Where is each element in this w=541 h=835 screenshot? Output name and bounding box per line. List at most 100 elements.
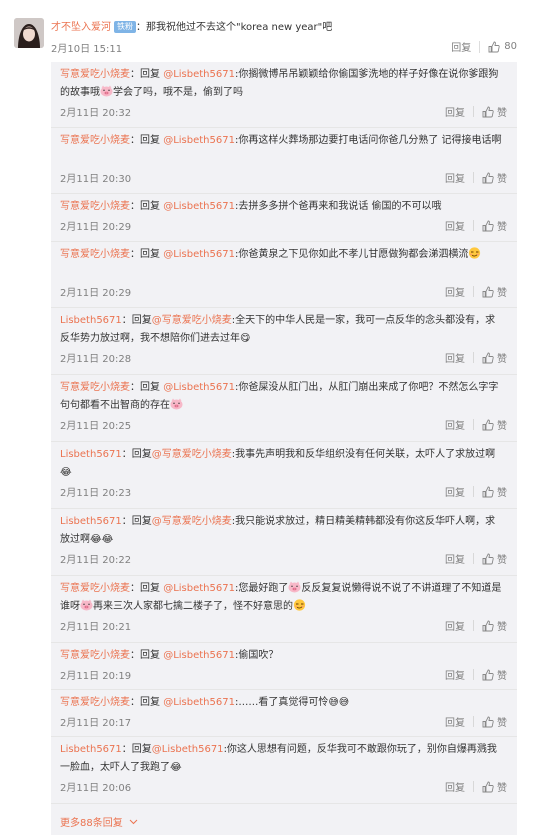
reply-item: 写意爱吃小烧麦：回复 @Lisbeth5671:您最好跑了 反反复复说懒得说不说了… — [51, 576, 517, 643]
reply-prefix: ：回复 — [130, 583, 164, 594]
pig-emoji-icon — [100, 85, 113, 97]
reply-time: 2月11日 20:25 — [60, 421, 132, 432]
thumbs-up-icon — [482, 486, 494, 497]
divider — [473, 286, 474, 297]
divider — [473, 172, 474, 183]
more-replies-link[interactable]: 更多88条回复 — [60, 814, 138, 829]
reply-mention[interactable]: @Lisbeth5671 — [163, 650, 235, 661]
like-button[interactable]: 赞 — [482, 551, 507, 566]
reply-content: :你再这样火葬场那边要打电话问你爸几分熟了 记得接电话啊 — [234, 135, 502, 146]
like-label: 赞 — [497, 555, 507, 566]
reply-username[interactable]: 写意爱吃小烧麦 — [60, 201, 130, 212]
reply-username[interactable]: 写意爱吃小烧麦 — [60, 249, 130, 260]
like-button[interactable]: 赞 — [482, 350, 507, 365]
reply-mention[interactable]: @Lisbeth5671 — [163, 583, 235, 594]
thumbs-up-icon — [482, 352, 494, 363]
reply-text: 写意爱吃小烧麦：回复 @Lisbeth5671:你爸屎没从肛门出，从肛门崩出来成… — [60, 379, 503, 415]
reply-username[interactable]: 写意爱吃小烧麦 — [60, 650, 130, 661]
reply-button[interactable]: 回复 — [445, 417, 465, 432]
like-button[interactable]: 赞 — [482, 417, 507, 432]
like-label: 赞 — [497, 488, 507, 499]
like-label: 赞 — [497, 108, 507, 119]
reply-button[interactable]: 回复 — [445, 667, 465, 682]
top-like-count: 80 — [504, 41, 517, 52]
reply-button[interactable]: 回复 — [445, 714, 465, 729]
avatar[interactable] — [14, 18, 44, 48]
reply-button[interactable]: 回复 — [445, 218, 465, 233]
reply-prefix: ：回复 — [121, 516, 152, 527]
reply-mention[interactable]: @Lisbeth5671 — [163, 697, 235, 708]
like-button[interactable]: 赞 — [482, 104, 507, 119]
reply-mention[interactable]: @Lisbeth5671 — [163, 69, 235, 80]
reply-mention[interactable]: @写意爱吃小烧麦 — [152, 516, 232, 527]
reply-button[interactable]: 回复 — [445, 551, 465, 566]
thumbs-up-icon — [482, 553, 494, 564]
divider — [473, 486, 474, 497]
reply-button[interactable]: 回复 — [445, 104, 465, 119]
reply-mention[interactable]: @Lisbeth5671 — [163, 135, 235, 146]
reply-mention[interactable]: @写意爱吃小烧麦 — [152, 315, 232, 326]
thumbs-up-icon — [482, 419, 494, 430]
top-like-button[interactable]: 80 — [488, 41, 517, 53]
reply-button[interactable]: 回复 — [445, 618, 465, 633]
reply-item: 写意爱吃小烧麦：回复 @Lisbeth5671:你爸黄泉之下见你如此不孝儿甘愿做… — [51, 242, 517, 308]
reply-username[interactable]: Lisbeth5671 — [60, 449, 122, 460]
reply-button[interactable]: 回复 — [445, 284, 465, 299]
reply-time: 2月11日 20:21 — [60, 622, 132, 633]
thumbs-up-icon — [488, 41, 500, 52]
reply-item: 写意爱吃小烧麦：回复 @Lisbeth5671:你搁微博吊吊颖颖给你偷国爹洗地的… — [51, 62, 517, 128]
like-label: 赞 — [497, 783, 507, 794]
like-button[interactable]: 赞 — [482, 284, 507, 299]
reply-username[interactable]: Lisbeth5671 — [60, 516, 122, 527]
reply-content: :去拼多多拼个爸再来和我说话 偷国的不可以哦 — [234, 201, 442, 212]
reply-button[interactable]: 回复 — [445, 350, 465, 365]
reply-text: 写意爱吃小烧麦：回复 @Lisbeth5671:去拼多多拼个爸再来和我说话 偷国… — [60, 198, 503, 216]
reply-prefix: ：回复 — [121, 744, 152, 755]
like-button[interactable]: 赞 — [482, 218, 507, 233]
reply-mention[interactable]: @Lisbeth5671 — [163, 382, 235, 393]
reply-mention[interactable]: @写意爱吃小烧麦 — [152, 449, 232, 460]
like-button[interactable]: 赞 — [482, 618, 507, 633]
reply-prefix: ：回复 — [121, 315, 152, 326]
like-label: 赞 — [497, 222, 507, 233]
pig-emoji-icon — [288, 581, 301, 593]
reply-mention[interactable]: @Lisbeth5671 — [163, 201, 235, 212]
top-comment-time: 2月10日 15:11 — [51, 44, 123, 55]
reply-button[interactable]: 回复 — [445, 484, 465, 499]
reply-text: 写意爱吃小烧麦：回复 @Lisbeth5671:你搁微博吊吊颖颖给你偷国爹洗地的… — [60, 66, 503, 102]
reply-username[interactable]: 写意爱吃小烧麦 — [60, 135, 130, 146]
smirk-emoji-icon — [293, 599, 306, 611]
reply-prefix: ：回复 — [130, 249, 164, 260]
reply-prefix: ：回复 — [130, 697, 164, 708]
reply-mention[interactable]: @Lisbeth5671 — [152, 744, 224, 755]
like-button[interactable]: 赞 — [482, 667, 507, 682]
reply-mention[interactable]: @Lisbeth5671 — [163, 249, 235, 260]
thumbs-up-icon — [482, 669, 494, 680]
reply-username[interactable]: 写意爱吃小烧麦 — [60, 69, 130, 80]
divider — [473, 352, 474, 363]
thumbs-up-icon — [482, 286, 494, 297]
divider — [473, 220, 474, 231]
like-button[interactable]: 赞 — [482, 484, 507, 499]
like-button[interactable]: 赞 — [482, 170, 507, 185]
reply-username[interactable]: Lisbeth5671 — [60, 315, 122, 326]
reply-item: Lisbeth5671：回复@写意爱吃小烧麦:我事先声明我和反华组织没有任何关联… — [51, 442, 517, 509]
like-label: 赞 — [497, 288, 507, 299]
thumbs-up-icon — [482, 781, 494, 792]
like-button[interactable]: 赞 — [482, 714, 507, 729]
reply-time: 2月11日 20:17 — [60, 718, 132, 729]
reply-button[interactable]: 回复 — [445, 779, 465, 794]
reply-actions: 回复 赞 — [445, 618, 507, 633]
reply-username[interactable]: 写意爱吃小烧麦 — [60, 697, 130, 708]
reply-button[interactable]: 回复 — [445, 170, 465, 185]
like-label: 赞 — [497, 354, 507, 365]
reply-username[interactable]: 写意爱吃小烧麦 — [60, 382, 130, 393]
reply-time: 2月11日 20:29 — [60, 288, 132, 299]
like-button[interactable]: 赞 — [482, 779, 507, 794]
reply-actions: 回复 赞 — [445, 714, 507, 729]
top-reply-button[interactable]: 回复 — [451, 39, 471, 54]
more-replies-label: 更多88条回复 — [60, 818, 123, 829]
top-comment-username[interactable]: 才不坠入爱河 — [51, 22, 111, 33]
reply-username[interactable]: 写意爱吃小烧麦 — [60, 583, 130, 594]
reply-username[interactable]: Lisbeth5671 — [60, 744, 122, 755]
